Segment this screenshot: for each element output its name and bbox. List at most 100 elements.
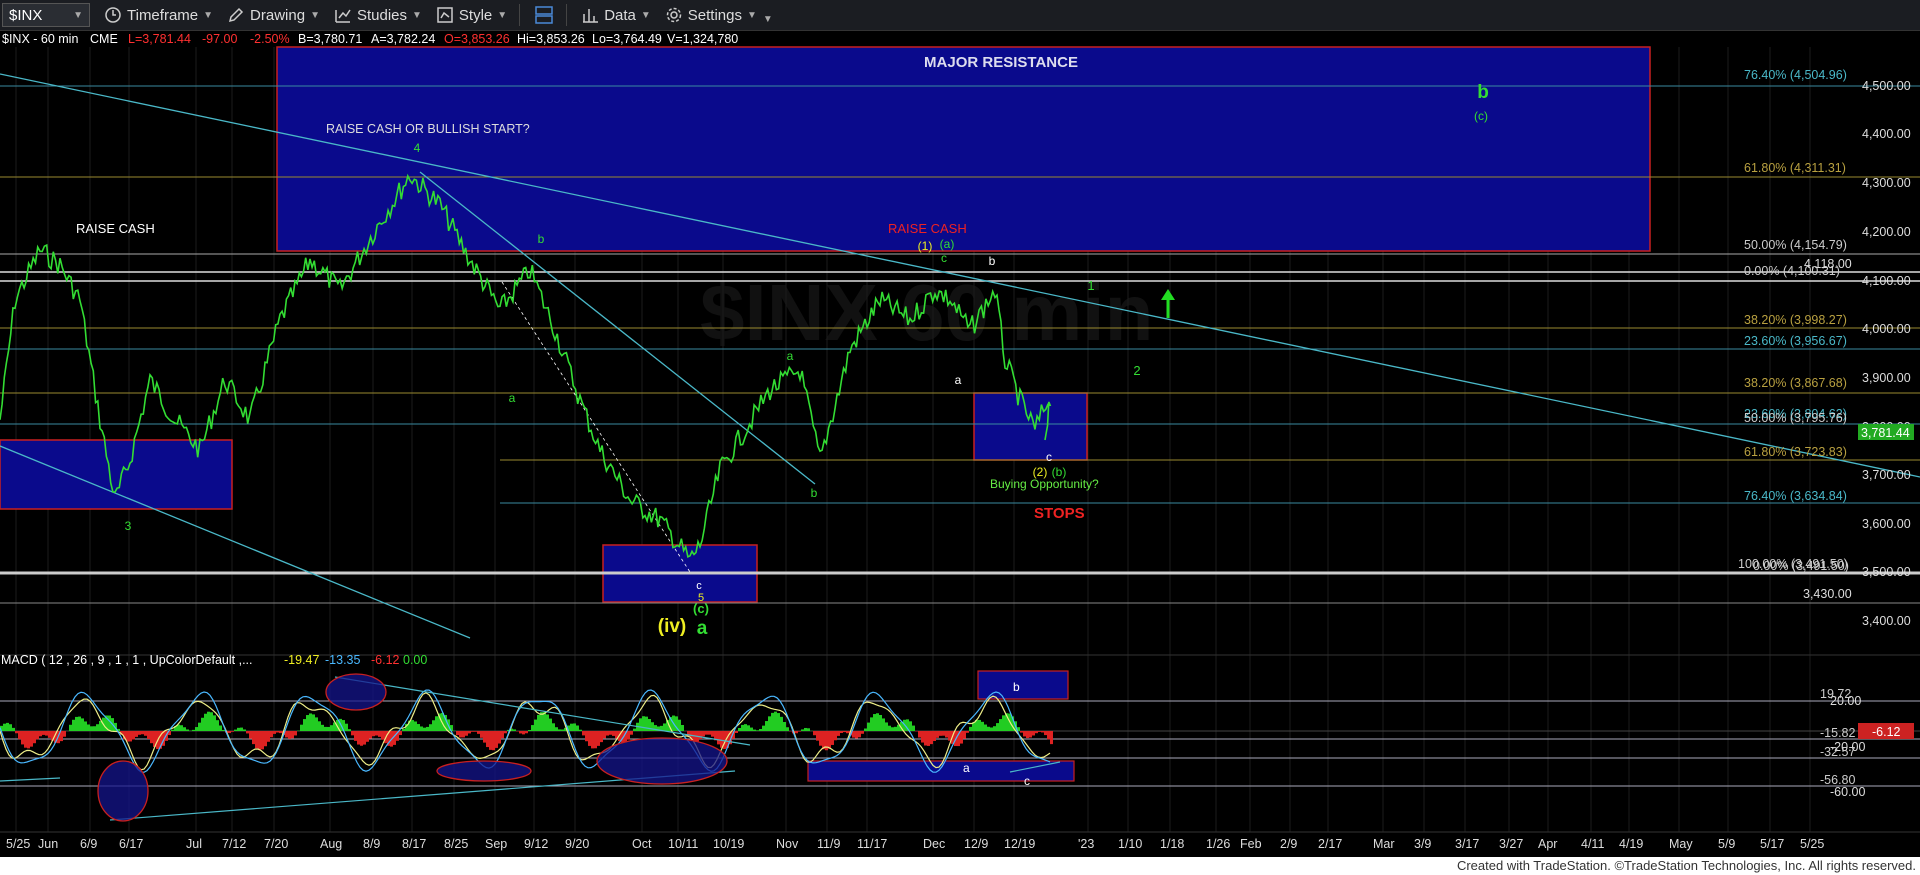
macd-histogram-bar — [207, 711, 210, 731]
price-axis-label: 3,700.00 — [1862, 468, 1911, 482]
macd-histogram-bar — [813, 731, 816, 736]
macd-histogram-bar — [492, 731, 495, 751]
macd-histogram-bar — [366, 731, 369, 742]
price-axis-label: 4,200.00 — [1862, 225, 1911, 239]
macd-histogram-bar — [15, 731, 18, 734]
wave-a-paren-label: (a) — [940, 237, 955, 251]
footer: Created with TradeStation. ©TradeStation… — [0, 857, 1920, 875]
macd-histogram-bar — [183, 727, 186, 731]
macd-histogram-bar — [963, 731, 966, 739]
macd-histogram-bar — [993, 726, 996, 731]
time-axis-label: 11/17 — [857, 837, 887, 851]
macd-histogram-bar — [255, 731, 258, 749]
macd-histogram-bar — [642, 716, 645, 731]
chart-title: $INX - 60 min — [2, 32, 78, 46]
macd-histogram-bar — [351, 731, 354, 736]
layout-button[interactable] — [534, 5, 554, 25]
macd-histogram-bar — [198, 722, 201, 731]
macd-histogram-bar — [489, 731, 492, 750]
macd-histogram-bar — [195, 727, 198, 731]
sub-wave-c: c — [941, 251, 947, 265]
exchange-label: CME — [90, 32, 118, 46]
macd-histogram-bar — [873, 714, 876, 731]
wave-a-large: a — [697, 618, 708, 639]
chevron-down-icon: ▼ — [640, 9, 651, 21]
macd-histogram-bar — [756, 730, 759, 731]
time-axis-label: 8/25 — [444, 837, 468, 851]
macd-histogram-bar — [663, 723, 666, 731]
macd-histogram-bar — [321, 724, 324, 731]
macd-histogram-bar — [378, 731, 381, 737]
macd-histogram-bar — [87, 724, 90, 731]
macd-ellipse — [596, 737, 728, 785]
time-axis-label: 5/25 — [1800, 837, 1824, 851]
overflow-chevron-icon[interactable]: ▼ — [763, 14, 773, 25]
macd-histogram-bar — [603, 731, 606, 739]
chart-header: $INX - 60 min CME L=3,781.44 -97.00 -2.5… — [2, 32, 738, 46]
macd-histogram-bar — [12, 727, 15, 731]
chevron-down-icon: ▼ — [746, 9, 757, 21]
macd-histogram-bar — [978, 719, 981, 731]
macd-histogram-bar — [891, 727, 894, 731]
macd-histogram-bar — [429, 724, 432, 731]
macd-histogram-bar — [846, 731, 849, 734]
sub-wave-c: c — [696, 580, 702, 592]
time-axis-label: Dec — [923, 837, 945, 851]
time-axis-label: 12/9 — [964, 837, 988, 851]
macd-histogram-bar — [645, 716, 648, 731]
macd-histogram-bar — [804, 727, 807, 731]
macd-histogram-bar — [711, 731, 714, 737]
data-menu[interactable]: Data ▼ — [581, 6, 651, 24]
macd-histogram-bar — [411, 720, 414, 731]
macd-histogram-bar — [372, 731, 375, 737]
timeframe-menu[interactable]: Timeframe ▼ — [104, 6, 213, 24]
style-icon — [437, 7, 453, 23]
macd-histogram-bar — [552, 723, 555, 731]
time-axis-label: 1/26 — [1206, 837, 1230, 851]
macd-histogram-bar — [882, 718, 885, 731]
time-axis-label: '23 — [1078, 837, 1094, 851]
studies-menu[interactable]: Studies ▼ — [334, 6, 422, 24]
gear-icon — [666, 7, 682, 23]
macd-histogram-bar — [27, 731, 30, 749]
toolbar: $INX ▼ Timeframe ▼ Drawing ▼ Studies ▼ S… — [0, 0, 1920, 31]
chart-area[interactable]: $INX - 60 min CME L=3,781.44 -97.00 -2.5… — [0, 31, 1920, 857]
macd-histogram-bar — [318, 721, 321, 731]
macd-histogram-bar — [981, 721, 984, 731]
macd-histogram-bar — [186, 729, 189, 731]
macd-histogram-bar — [546, 714, 549, 731]
style-menu[interactable]: Style ▼ — [436, 6, 507, 24]
macd-histogram-bar — [381, 731, 384, 740]
macd-histogram-bar — [855, 731, 858, 739]
macd-histogram-bar — [582, 731, 585, 736]
macd-histogram-bar — [354, 731, 357, 741]
chevron-down-icon: ▼ — [73, 9, 83, 21]
time-axis-label: 1/18 — [1160, 837, 1184, 851]
price-axis-label: 3,500.00 — [1862, 565, 1911, 579]
fib-label: 61.80% (4,311.31) — [1744, 161, 1846, 175]
settings-menu[interactable]: Settings ▼ — [665, 6, 757, 24]
wave-2-paren-label: (2) — [1033, 465, 1048, 479]
price-axis-label: 3,900.00 — [1862, 371, 1911, 385]
macd-histogram-bar — [75, 716, 78, 731]
symbol-selector[interactable]: $INX ▼ — [2, 3, 90, 27]
macd-histogram-bar — [222, 729, 225, 731]
macd-histogram-bar — [291, 731, 294, 739]
macd-histogram-bar — [1044, 731, 1047, 736]
macd-histogram-bar — [597, 731, 600, 746]
fib-label: 4,118.00 — [1804, 257, 1852, 271]
macd-histogram-bar — [399, 731, 402, 736]
drawing-menu[interactable]: Drawing ▼ — [227, 6, 320, 24]
sub-wave-a: a — [955, 373, 962, 387]
macd-histogram-bar — [870, 717, 873, 731]
macd-level-label: -56.80 — [1820, 773, 1855, 787]
macd-histogram-bar — [36, 731, 39, 740]
macd-histogram-bar — [324, 726, 327, 731]
macd-histogram-bar — [42, 731, 45, 735]
macd-ellipse — [325, 673, 387, 711]
macd-histogram-bar — [312, 714, 315, 731]
macd-histogram-bar — [240, 727, 243, 731]
macd-histogram-bar — [1023, 731, 1026, 737]
macd-histogram-bar — [768, 716, 771, 731]
macd-histogram-bar — [477, 731, 480, 734]
